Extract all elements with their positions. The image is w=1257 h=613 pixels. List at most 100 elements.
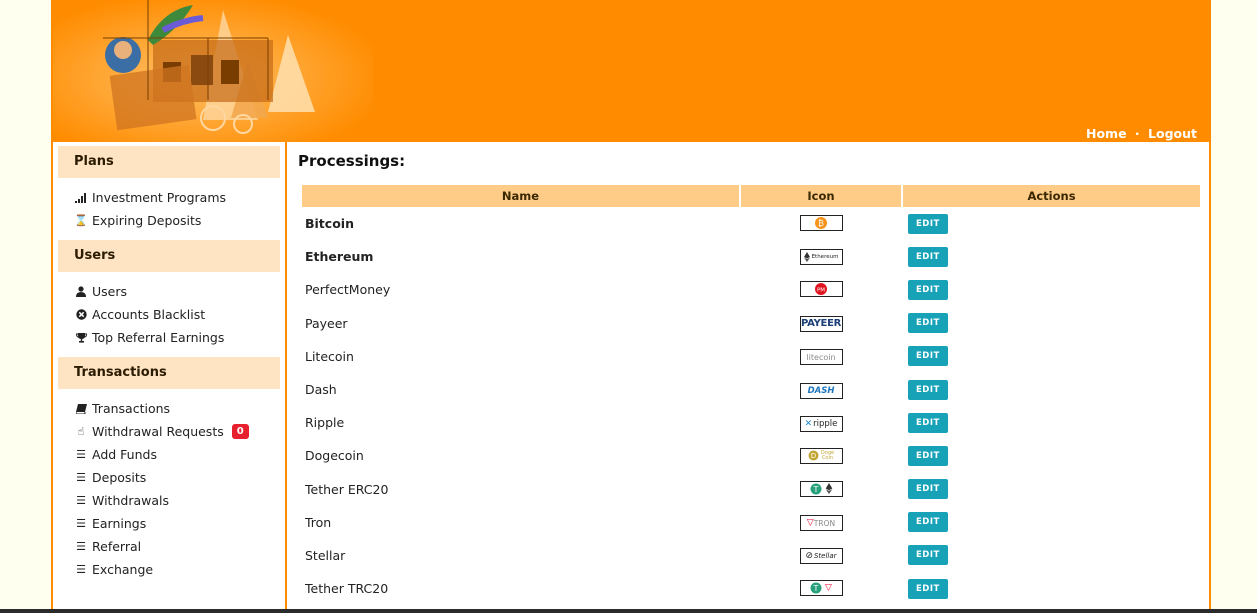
edit-button[interactable]: EDIT (908, 313, 948, 334)
processing-name: Bitcoin (305, 216, 354, 232)
processing-name: Litecoin (305, 348, 354, 364)
sidebar-item-label: Investment Programs (92, 190, 227, 205)
svg-text:₿: ₿ (818, 219, 824, 228)
page-bottom-border (0, 609, 1257, 613)
sidebar-section-title: Transactions (58, 357, 280, 389)
litecoin-icon: litecoin (799, 349, 843, 366)
processing-actions-cell: EDIT (903, 273, 1200, 306)
edit-button[interactable]: EDIT (908, 479, 948, 500)
edit-button[interactable]: EDIT (908, 445, 948, 466)
edit-button[interactable]: EDIT (908, 512, 948, 533)
trophy-icon (74, 332, 88, 343)
processing-icon-cell: ▽ TRON (741, 506, 901, 539)
icon-label: DASH (807, 385, 835, 396)
sidebar-item-investment-programs[interactable]: Investment Programs (74, 186, 280, 209)
icon-label: ripple (813, 418, 838, 429)
header-banner: Home · Logout (53, 0, 1209, 142)
table-row: PerfectMoney PM EDIT (302, 273, 1200, 306)
table-row: Dogecoin D Doge Coin EDIT (302, 439, 1200, 472)
tron-icon: ▽ TRON (799, 515, 843, 532)
user-icon (74, 286, 88, 297)
processing-icon-cell: T (741, 473, 901, 506)
edit-button[interactable]: EDIT (908, 379, 948, 400)
edit-button[interactable]: EDIT (908, 213, 948, 234)
processing-actions-cell: EDIT (903, 340, 1200, 373)
processings-table: Name Icon Actions Bitcoin ₿ EDIT Ethereum Et… (300, 185, 1202, 613)
withdrawal-requests-badge: 0 (231, 424, 249, 439)
edit-button[interactable]: EDIT (908, 578, 948, 599)
table-row: Litecoin litecoin EDIT (302, 340, 1200, 373)
table-row: Tron ▽ TRON EDIT (302, 506, 1200, 539)
sidebar-section-plans: Plans Investment Programs ⌛ Expiring Dep… (58, 146, 280, 236)
processing-icon-cell: litecoin (741, 340, 901, 373)
sidebar-item-label: Withdrawal Requests (92, 424, 224, 439)
sidebar-item-exchange[interactable]: ☰ Exchange (74, 558, 280, 581)
processing-icon-cell: ₿ (741, 207, 901, 240)
column-header-actions: Actions (903, 185, 1200, 207)
sidebar-item-expiring-deposits[interactable]: ⌛ Expiring Deposits (74, 209, 280, 232)
home-link[interactable]: Home (1086, 126, 1127, 141)
sidebar-item-users[interactable]: Users (74, 280, 280, 303)
table-row: Tether TRC20 T ▽ EDIT (302, 572, 1200, 605)
processing-name: Stellar (305, 547, 346, 563)
list-icon: ☰ (76, 540, 86, 553)
logout-link[interactable]: Logout (1148, 126, 1197, 141)
list-icon: ☰ (76, 448, 86, 461)
table-row: Tether ERC20 T EDIT (302, 473, 1200, 506)
sidebar-section-transactions: Transactions Transactions ☝ Withdrawal R… (58, 357, 280, 585)
sidebar-item-top-referral-earnings[interactable]: Top Referral Earnings (74, 326, 280, 349)
processing-name: Tron (305, 514, 332, 530)
sidebar-item-transactions[interactable]: Transactions (74, 397, 280, 420)
column-header-name: Name (302, 185, 739, 207)
stellar-icon: ⊘ Stellar (799, 548, 843, 565)
processing-actions-cell: EDIT (903, 439, 1200, 472)
processing-icon-cell: PAYEER (741, 307, 901, 340)
blocked-circle-icon (74, 309, 88, 320)
hand-pointer-icon: ☝ (77, 425, 85, 438)
perfectmoney-icon: PM (799, 280, 843, 297)
table-row: Ethereum Ethereum EDIT (302, 240, 1200, 273)
sidebar-item-add-funds[interactable]: ☰ Add Funds (74, 443, 280, 466)
sidebar-item-label: Accounts Blacklist (92, 307, 206, 322)
payeer-icon: PAYEER (799, 315, 843, 332)
page-frame: Home · Logout Plans Investment Programs … (51, 0, 1211, 613)
processing-actions-cell: EDIT (903, 373, 1200, 406)
processing-actions-cell: EDIT (903, 539, 1200, 572)
svg-text:T: T (812, 485, 818, 494)
bitcoin-icon: ₿ (799, 214, 843, 231)
processing-name: Payeer (305, 315, 348, 331)
tether-erc20-icon: T (799, 480, 843, 497)
svg-text:D: D (810, 452, 815, 460)
sidebar-item-label: Earnings (92, 516, 147, 531)
ripple-icon: ✕ ripple (799, 415, 843, 432)
sidebar-item-earnings[interactable]: ☰ Earnings (74, 512, 280, 535)
processing-actions-cell: EDIT (903, 572, 1200, 605)
table-header-row: Name Icon Actions (302, 185, 1200, 207)
edit-button[interactable]: EDIT (908, 346, 948, 367)
page-title: Processings: (298, 152, 406, 170)
processing-name: Dash (305, 382, 337, 398)
sidebar-item-withdrawal-requests[interactable]: ☝ Withdrawal Requests 0 (74, 420, 280, 443)
icon-label: litecoin (806, 352, 836, 362)
nav-separator: · (1134, 126, 1140, 141)
edit-button[interactable]: EDIT (908, 545, 948, 566)
sidebar-item-label: Transactions (92, 401, 171, 416)
table-row: Stellar ⊘ Stellar EDIT (302, 539, 1200, 572)
edit-button[interactable]: EDIT (908, 246, 948, 267)
hourglass-icon: ⌛ (74, 214, 88, 227)
icon-label: PM (817, 287, 825, 293)
sidebar-item-withdrawals[interactable]: ☰ Withdrawals (74, 489, 280, 512)
processing-actions-cell: EDIT (903, 207, 1200, 240)
sidebar-item-referral[interactable]: ☰ Referral (74, 535, 280, 558)
sidebar-item-label: Deposits (92, 470, 147, 485)
processing-actions-cell: EDIT (903, 307, 1200, 340)
ethereum-icon: Ethereum (799, 248, 843, 265)
sidebar-item-label: Add Funds (92, 447, 157, 462)
sidebar-item-accounts-blacklist[interactable]: Accounts Blacklist (74, 303, 280, 326)
processing-icon-cell: ✕ ripple (741, 406, 901, 439)
edit-button[interactable]: EDIT (908, 279, 948, 300)
edit-button[interactable]: EDIT (908, 412, 948, 433)
sidebar-item-deposits[interactable]: ☰ Deposits (74, 466, 280, 489)
sidebar-item-label: Users (92, 284, 128, 299)
dash-icon: DASH (799, 382, 843, 399)
